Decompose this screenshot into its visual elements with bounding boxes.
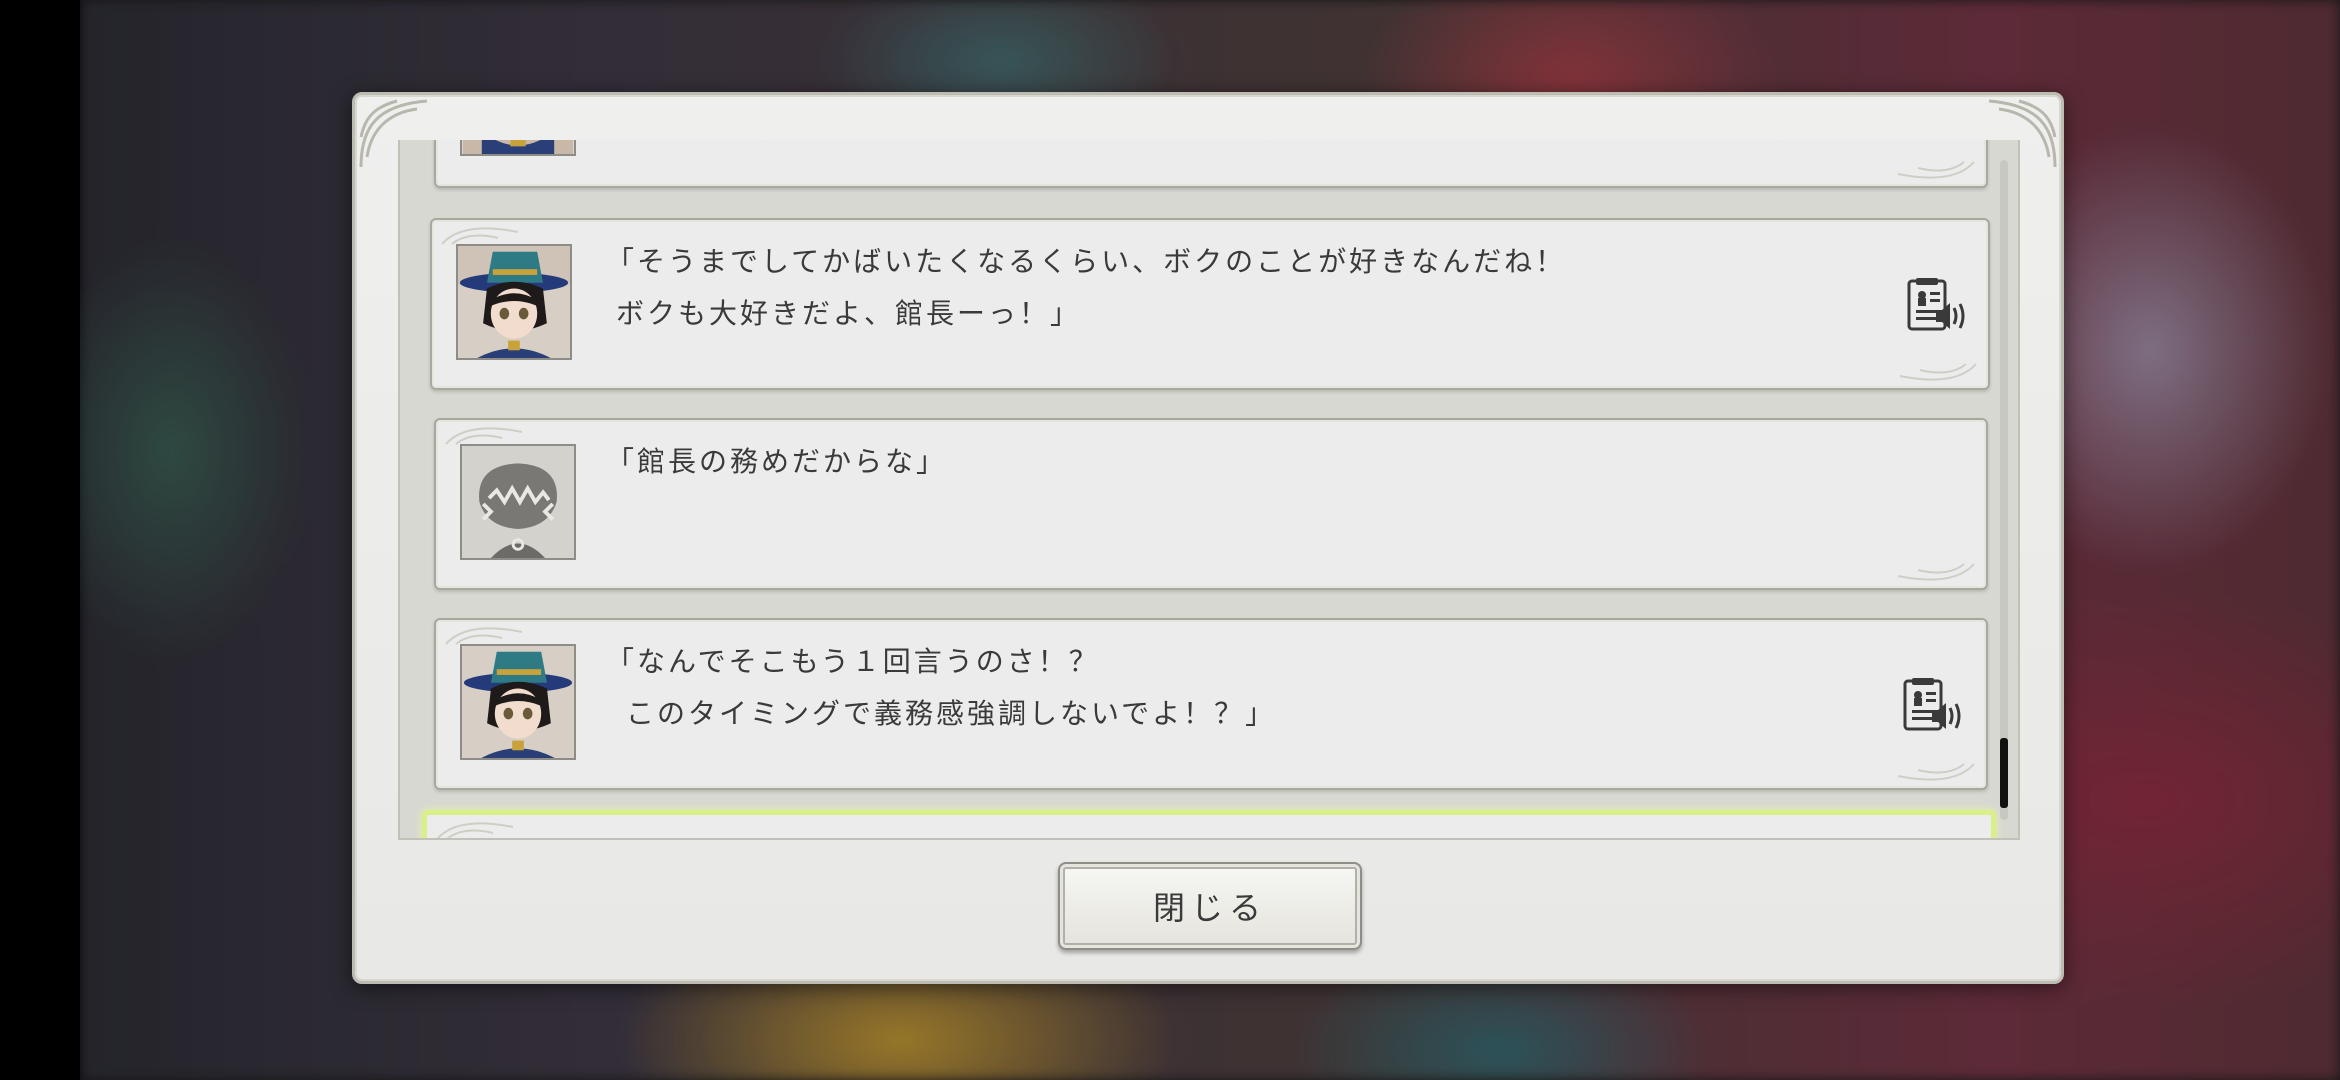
close-button[interactable]: 閉じる [1058, 862, 1362, 950]
avatar [460, 444, 576, 560]
dialogue-text: ボクも大好きだよ、館長ーっ！」 [616, 297, 1082, 330]
voice-replay-icon [1907, 278, 1965, 331]
list-item [434, 140, 1988, 188]
corner-flourish [1899, 363, 1977, 381]
dialogue-text: 「館長の務めだからな」 [606, 445, 948, 478]
corner-flourish [1897, 563, 1975, 581]
voice-replay-button[interactable] [1902, 678, 1964, 734]
corner-flourish [436, 822, 514, 838]
voice-replay-icon [1903, 678, 1961, 731]
scrollbar-thumb[interactable] [2000, 738, 2008, 808]
backlog-list[interactable]: 「そうまでしてかばいたくなるくらい、ボクのことが好きなんだね！ ボクも大好きだよ… [398, 140, 2020, 840]
avatar [456, 244, 572, 360]
dialogue-text: 「なんでそこもう１回言うのさ！？ [606, 645, 1100, 678]
dialogue-text: 「そうまでしてかばいたくなるくらい、ボクのことが好きなんだね！ [606, 245, 1567, 278]
character-portrait [462, 646, 574, 758]
list-item: 「館長の務めだからな」 [434, 418, 1988, 590]
avatar [460, 140, 576, 156]
list-item-current [422, 810, 1996, 838]
avatar [460, 644, 576, 760]
scrollbar-track[interactable] [2000, 160, 2008, 820]
voice-replay-button[interactable] [1906, 278, 1968, 334]
character-portrait [458, 246, 570, 358]
list-item: 「なんでそこもう１回言うのさ！？ このタイミングで義務感強調しないでよ！？」 [434, 618, 1988, 790]
corner-flourish [1897, 763, 1975, 781]
corner-flourish [1897, 161, 1975, 179]
list-item: 「そうまでしてかばいたくなるくらい、ボクのことが好きなんだね！ ボクも大好きだよ… [430, 218, 1990, 390]
player-silhouette-icon [462, 446, 574, 558]
dialogue-text: このタイミングで義務感強調しないでよ！？」 [626, 697, 1277, 730]
